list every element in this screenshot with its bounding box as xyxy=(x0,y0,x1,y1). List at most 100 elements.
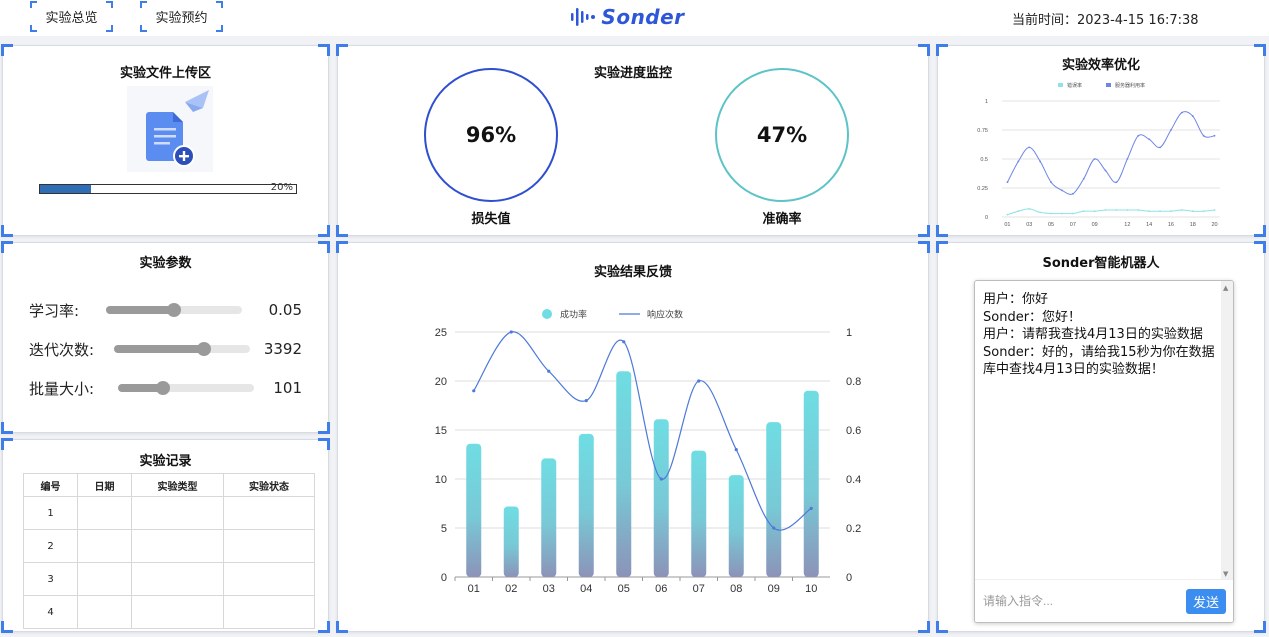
chat-input-area: 发送 xyxy=(975,579,1233,622)
chat-message: 用户：你好 xyxy=(983,292,1049,307)
x-tick-label: 05 xyxy=(1048,222,1054,228)
file-upload-icon[interactable] xyxy=(127,86,213,172)
column-header: 实验类型 xyxy=(131,473,224,497)
chat-message: Sonder：您好！ xyxy=(983,309,1082,325)
data-point xyxy=(1006,181,1009,184)
bar xyxy=(616,371,632,577)
y-tick-label: 0 xyxy=(985,215,988,221)
data-point xyxy=(1148,138,1151,141)
accuracy-label: 准确率 xyxy=(762,212,802,227)
loss-ring: 96% xyxy=(424,68,558,202)
records-title: 实验记录 xyxy=(139,454,192,469)
table-cell xyxy=(131,562,224,596)
legend-swatch xyxy=(1106,83,1111,87)
bar xyxy=(728,475,744,577)
x-tick-label: 08 xyxy=(730,583,742,595)
data-point xyxy=(1039,160,1042,163)
params-panel: 实验参数 学习率: 0.05 迭代次数: 3392 批量大小: 101 xyxy=(1,241,330,434)
results-chart: 051015202500.20.40.60.8101 02 03 04 05 06 07 08… xyxy=(435,309,862,596)
x-tick-label: 01 xyxy=(1004,222,1010,228)
chat-box: 用户：你好 Sonder：您好！ 用户：请帮我查找4月13日的实验数据 Sond… xyxy=(974,280,1234,623)
scroll-up-icon[interactable]: ▲ xyxy=(1223,284,1228,292)
data-point xyxy=(1159,146,1161,149)
params-title: 实验参数 xyxy=(139,256,192,271)
efficiency-chart: 0 0.25 0.5 0.75 1 01 03 05 07 09 12 14 16 18 20 错误率 服务器利… xyxy=(977,82,1220,228)
slider-knob[interactable] xyxy=(155,381,170,395)
send-button[interactable]: 发送 xyxy=(1186,589,1226,614)
table-row[interactable]: 3 xyxy=(23,562,315,596)
upload-progress-bar: 20% xyxy=(39,182,297,194)
x-tick-label: 20 xyxy=(1211,222,1217,228)
learning-rate-slider[interactable] xyxy=(106,303,242,317)
data-point xyxy=(1071,192,1074,195)
table-cell xyxy=(77,496,132,530)
data-point xyxy=(772,526,776,530)
efficiency-panel: 实验效率优化 0 0.25 0.5 0.75 1 01 03 05 07 09 12 14 16 18 20… xyxy=(936,44,1266,237)
time-label: 当前时间： xyxy=(1012,13,1078,28)
batch-size-slider[interactable] xyxy=(118,381,254,395)
table-cell xyxy=(131,595,224,629)
data-point xyxy=(1170,210,1172,213)
soundwave-icon xyxy=(571,8,596,26)
data-point xyxy=(1115,209,1118,211)
param-label: 学习率: xyxy=(29,301,80,320)
y-right-tick-label: 0.8 xyxy=(846,376,861,388)
data-point xyxy=(1050,181,1052,184)
x-tick-label: 07 xyxy=(693,583,705,595)
table-row[interactable]: 1 xyxy=(23,496,315,530)
slider-knob[interactable] xyxy=(196,342,211,356)
table-cell xyxy=(223,529,315,563)
top-bar: 实验总览 实验预约 Sonder 当前时间：2023-4-15 16:7:38 xyxy=(0,0,1269,36)
x-tick-label: 06 xyxy=(655,583,667,595)
table-cell: 2 xyxy=(23,529,78,563)
y-right-tick-label: 0.6 xyxy=(846,425,861,437)
x-tick-label: 04 xyxy=(580,583,592,595)
table-cell: 4 xyxy=(23,595,78,629)
table-row[interactable]: 4 xyxy=(23,595,315,629)
slider-knob[interactable] xyxy=(167,303,181,317)
nav-overview-button[interactable]: 实验总览 xyxy=(30,1,113,32)
chat-command-input[interactable] xyxy=(983,590,1173,612)
loss-label: 损失值 xyxy=(471,212,511,227)
nav-booking-button[interactable]: 实验预约 xyxy=(140,1,223,32)
bar xyxy=(578,433,594,577)
bar xyxy=(466,443,482,577)
data-point xyxy=(1039,211,1042,214)
iterations-slider[interactable] xyxy=(114,342,250,356)
param-label: 批量大小: xyxy=(29,379,95,398)
table-cell xyxy=(223,562,315,596)
data-point xyxy=(1093,210,1096,213)
column-header: 日期 xyxy=(77,473,132,497)
data-point xyxy=(734,448,738,452)
y-left-tick-label: 15 xyxy=(435,425,447,437)
chat-scrollbar[interactable]: ▲ ▼ xyxy=(1221,281,1233,581)
time-value: 2023-4-15 16:7:38 xyxy=(1077,13,1199,28)
data-point xyxy=(1126,209,1129,211)
series-line xyxy=(473,331,812,531)
data-point xyxy=(1050,212,1052,215)
data-point xyxy=(1071,212,1074,215)
x-tick-label: 09 xyxy=(1092,222,1098,228)
table-row[interactable]: 2 xyxy=(23,529,315,563)
data-point xyxy=(697,379,701,383)
data-point xyxy=(1213,134,1216,137)
x-tick-label: 10 xyxy=(805,583,817,595)
y-tick-label: 0.5 xyxy=(980,157,988,163)
data-point xyxy=(1028,146,1031,149)
data-point xyxy=(1104,209,1107,211)
upload-panel: 实验文件上传区 20% xyxy=(1,44,330,237)
y-right-tick-label: 0.2 xyxy=(846,523,861,535)
param-value: 0.05 xyxy=(268,301,302,319)
x-tick-label: 01 xyxy=(468,583,480,595)
legend-label: 错误率 xyxy=(1067,82,1082,89)
data-point xyxy=(1137,209,1140,211)
data-point xyxy=(1093,158,1096,160)
param-value: 3392 xyxy=(263,340,302,358)
scroll-down-icon[interactable]: ▼ xyxy=(1223,570,1228,578)
data-point xyxy=(809,506,813,510)
bar xyxy=(653,419,669,577)
chat-panel: Sonder智能机器人 用户：你好 Sonder：您好！ 用户：请帮我查找4月1… xyxy=(936,241,1266,633)
data-point xyxy=(1180,209,1183,211)
data-point xyxy=(1191,115,1194,117)
current-time: 当前时间：2023-4-15 16:7:38 xyxy=(1012,9,1199,28)
